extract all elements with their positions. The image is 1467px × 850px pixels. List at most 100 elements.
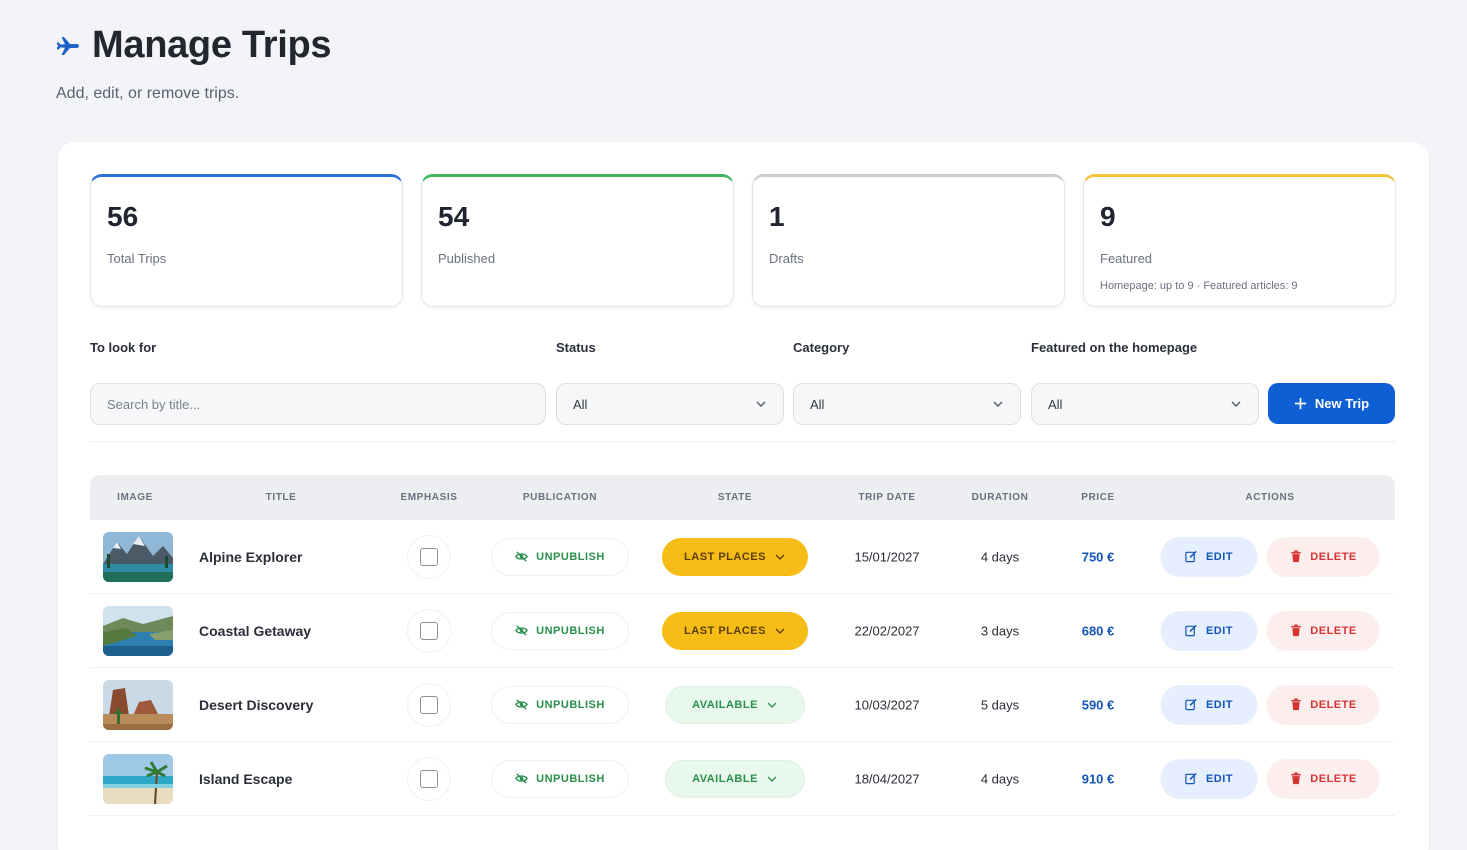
delete-button[interactable]: DELETE [1266, 758, 1380, 799]
trip-date: 22/02/2027 [854, 623, 920, 638]
emphasis-toggle[interactable] [407, 756, 451, 801]
new-trip-button[interactable]: New Trip [1268, 383, 1395, 424]
stat-label: Featured [1100, 251, 1153, 266]
emphasis-toggle[interactable] [407, 682, 451, 727]
delete-button[interactable]: DELETE [1266, 610, 1380, 651]
state-select[interactable]: AVAILABLE [665, 685, 805, 724]
unpublish-button[interactable]: UNPUBLISH [491, 537, 629, 576]
emphasis-checkbox[interactable] [420, 695, 438, 714]
edit-label: EDIT [1205, 772, 1234, 785]
edit-label: EDIT [1205, 550, 1234, 563]
emphasis-toggle[interactable] [407, 608, 451, 653]
eye-slash-icon [515, 551, 528, 562]
table-row: Alpine Explorer UNPUBLISH LAST PLACES 15… [90, 520, 1395, 594]
emphasis-checkbox[interactable] [420, 621, 438, 640]
trip-duration: 4 days [980, 549, 1020, 564]
search-field[interactable] [90, 383, 546, 425]
edit-button[interactable]: EDIT [1160, 758, 1258, 799]
page-subtitle: Add, edit, or remove trips. [56, 85, 240, 102]
col-title: TITLE [265, 492, 297, 503]
trips-card: 56 Total Trips 54 Published 1 Drafts 9 F… [58, 142, 1429, 850]
eye-slash-icon [515, 699, 528, 710]
edit-label: EDIT [1205, 698, 1234, 711]
unpublish-label: UNPUBLISH [536, 624, 605, 637]
stat-label: Published [438, 251, 496, 266]
trip-date: 15/01/2027 [854, 549, 920, 564]
col-emphasis: EMPHASIS [400, 492, 458, 503]
stat-published: 54 Published [421, 174, 734, 307]
unpublish-label: UNPUBLISH [536, 772, 605, 785]
trip-duration: 4 days [980, 771, 1020, 786]
chevron-down-icon [756, 401, 766, 407]
trip-image [103, 531, 173, 582]
emphasis-checkbox[interactable] [420, 769, 438, 788]
delete-label: DELETE [1310, 550, 1357, 563]
filter-labels: To look for Status Category Featured on … [90, 340, 1395, 360]
trip-title: Island Escape [199, 770, 293, 787]
emphasis-checkbox[interactable] [420, 547, 438, 566]
trip-duration: 3 days [980, 623, 1020, 638]
unpublish-button[interactable]: UNPUBLISH [491, 611, 629, 650]
trash-icon [1291, 698, 1301, 711]
divider [90, 441, 1395, 442]
stats-row: 56 Total Trips 54 Published 1 Drafts 9 F… [90, 174, 1396, 307]
chevron-down-icon [775, 554, 785, 560]
stat-featured: 9 Featured Homepage: up to 9 · Featured … [1083, 174, 1396, 307]
status-select[interactable]: All [556, 383, 784, 425]
category-select[interactable]: All [793, 383, 1021, 425]
featured-value: All [1048, 396, 1063, 412]
trip-title: Alpine Explorer [199, 548, 303, 565]
delete-label: DELETE [1310, 772, 1357, 785]
edit-icon [1185, 550, 1198, 563]
col-duration: DURATION [971, 492, 1029, 503]
trip-price: 910 € [1081, 771, 1115, 786]
state-select[interactable]: LAST PLACES [662, 537, 808, 576]
search-input[interactable] [107, 396, 529, 412]
status-value: All [573, 396, 588, 412]
unpublish-label: UNPUBLISH [536, 698, 605, 711]
delete-button[interactable]: DELETE [1266, 536, 1380, 577]
unpublish-button[interactable]: UNPUBLISH [491, 685, 629, 724]
trips-table: IMAGE TITLE EMPHASIS PUBLICATION STATE T… [90, 475, 1395, 816]
edit-icon [1185, 772, 1198, 785]
category-label: Category [793, 340, 850, 355]
trip-date: 10/03/2027 [854, 697, 920, 712]
state-select[interactable]: LAST PLACES [662, 611, 808, 650]
delete-button[interactable]: DELETE [1266, 684, 1380, 725]
eye-slash-icon [515, 773, 528, 784]
featured-select[interactable]: All [1031, 383, 1259, 425]
trash-icon [1291, 624, 1301, 637]
category-value: All [810, 396, 825, 412]
col-publication: PUBLICATION [522, 492, 598, 503]
chevron-down-icon [775, 628, 785, 634]
emphasis-toggle[interactable] [407, 534, 451, 579]
state-label: AVAILABLE [692, 772, 758, 785]
trip-duration: 5 days [980, 697, 1020, 712]
edit-button[interactable]: EDIT [1160, 610, 1258, 651]
search-label: To look for [90, 340, 157, 355]
stat-total-trips: 56 Total Trips [90, 174, 403, 307]
edit-icon [1185, 698, 1198, 711]
stat-label: Drafts [769, 251, 804, 266]
edit-icon [1185, 624, 1198, 637]
col-actions: ACTIONS [1245, 492, 1295, 503]
trash-icon [1291, 772, 1301, 785]
trip-title: Desert Discovery [199, 696, 314, 713]
stat-note: Homepage: up to 9 · Featured articles: 9 [1100, 280, 1298, 292]
table-row: Coastal Getaway UNPUBLISH LAST PLACES 22… [90, 594, 1395, 668]
chevron-down-icon [767, 776, 777, 782]
col-state: STATE [717, 492, 753, 503]
edit-button[interactable]: EDIT [1160, 536, 1258, 577]
table-header: IMAGE TITLE EMPHASIS PUBLICATION STATE T… [90, 475, 1395, 520]
chevron-down-icon [1231, 401, 1241, 407]
unpublish-button[interactable]: UNPUBLISH [491, 759, 629, 798]
trip-image [103, 605, 173, 656]
delete-label: DELETE [1310, 698, 1357, 711]
table-row: Island Escape UNPUBLISH AVAILABLE 18/04/… [90, 742, 1395, 816]
state-label: LAST PLACES [684, 550, 766, 563]
state-select[interactable]: AVAILABLE [665, 759, 805, 798]
stat-value: 1 [769, 201, 785, 232]
status-label: Status [556, 340, 596, 355]
edit-button[interactable]: EDIT [1160, 684, 1258, 725]
chevron-down-icon [993, 401, 1003, 407]
